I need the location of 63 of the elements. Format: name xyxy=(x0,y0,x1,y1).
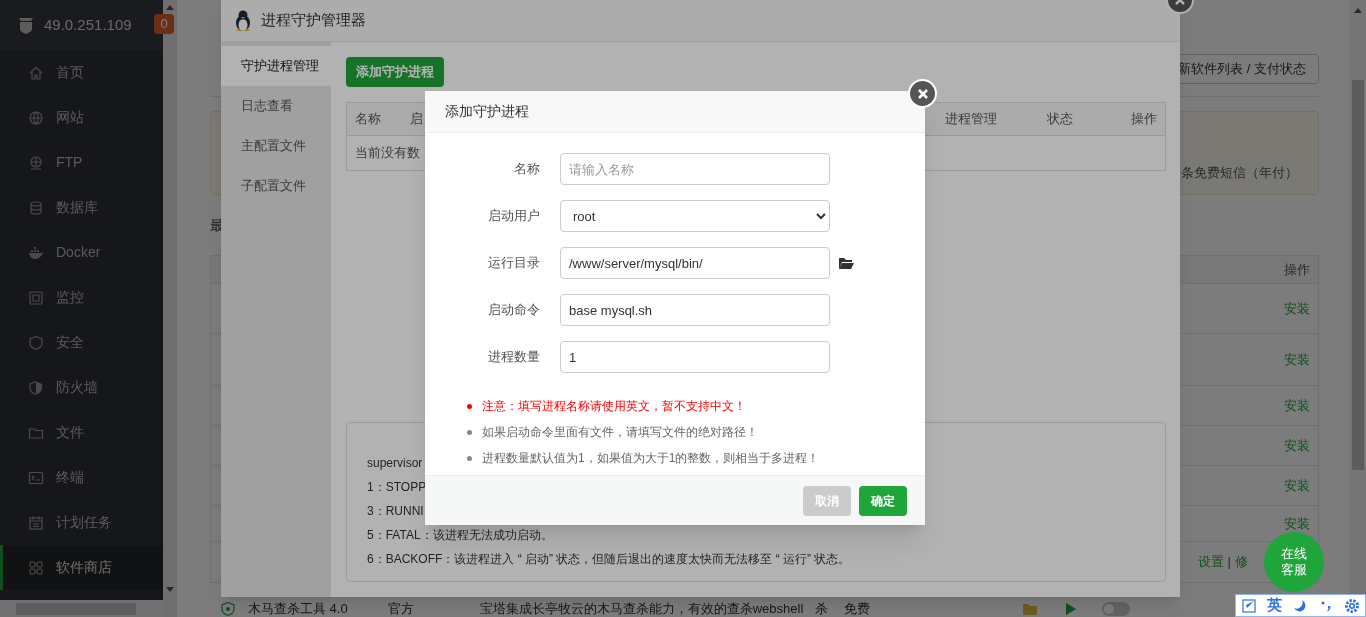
sidebar-item[interactable]: 计划任务 xyxy=(0,500,163,545)
column-header: 状态 xyxy=(1047,111,1073,127)
sidebar-item[interactable]: 数据库 xyxy=(0,185,163,230)
input-field[interactable]: 请输入名称 xyxy=(560,153,830,185)
window-title: 进程守护管理器 xyxy=(261,10,366,31)
sidebar-item[interactable]: Docker xyxy=(0,230,163,275)
info-line: 1：STOPP xyxy=(367,479,427,496)
description-cell-text: 杀 xyxy=(815,600,829,617)
input-field[interactable]: base mysql.sh xyxy=(560,294,830,326)
field-label: 启动命令 xyxy=(487,301,540,320)
price-cell-text: 免费 xyxy=(844,600,871,617)
add-process-button[interactable]: 添加守护进程 xyxy=(346,57,444,87)
install-link[interactable]: 安装 xyxy=(1284,475,1310,496)
sidebar-item[interactable]: 首页 xyxy=(0,50,163,95)
side-tab[interactable]: 日志查看 xyxy=(221,86,331,126)
field-label: 启动用户 xyxy=(487,207,540,226)
sidebar-item[interactable]: 监控 xyxy=(0,275,163,320)
side-tab[interactable]: 主配置文件 xyxy=(221,126,331,166)
info-line: 6：BACKOFF：该进程进入 “ 启动” 状态，但随后退出的速度太快而无法移至 “ 运行” 状态。 xyxy=(367,551,851,568)
developer-cell-text: 官方 xyxy=(387,600,414,617)
input-field[interactable]: 1 xyxy=(560,341,830,373)
sidebar-item[interactable]: 网站 xyxy=(0,95,163,140)
side-tab[interactable]: 守护进程管理 xyxy=(221,46,331,86)
dialog-title: 添加守护进程 xyxy=(425,91,925,133)
link-separator: | xyxy=(1227,553,1231,572)
repair-link[interactable]: 修 xyxy=(1235,552,1248,572)
user-select[interactable]: root xyxy=(560,200,830,232)
sidebar-item[interactable]: 软件商店 xyxy=(0,545,163,590)
server-address: 49.0.251.109 xyxy=(44,14,132,35)
software-name: 木马查杀工具 4.0 xyxy=(248,600,348,617)
side-tab[interactable]: 子配置文件 xyxy=(221,166,331,206)
field-label: 名称 xyxy=(513,160,540,179)
install-link[interactable]: 安装 xyxy=(1284,513,1310,534)
column-header: 操作 xyxy=(1131,110,1157,129)
column-header: 操作 xyxy=(1284,260,1310,279)
note-text: 如果启动命令里面有文件，请填写文件的绝对路径！ xyxy=(482,424,758,441)
sidebar-item[interactable]: 安全 xyxy=(0,320,163,365)
confirm-button[interactable]: 确定 xyxy=(859,485,907,516)
notification-badge[interactable]: 0 xyxy=(154,14,174,34)
column-header: 名称 xyxy=(355,111,381,127)
info-line: supervisor xyxy=(367,455,423,472)
column-header: 进程管理 xyxy=(945,111,997,127)
sidebar-item[interactable]: 文件 xyxy=(0,410,163,455)
note-text: 注意：填写进程名称请使用英文，暂不支持中文！ xyxy=(482,398,746,415)
column-header: 启 xyxy=(410,111,423,127)
install-link[interactable]: 安装 xyxy=(1284,435,1310,456)
install-link[interactable]: 安装 xyxy=(1284,298,1310,319)
field-label: 运行目录 xyxy=(487,254,540,273)
info-line: 5：FATAL：该进程无法成功启动。 xyxy=(367,527,553,544)
empty-text: 当前没有数 xyxy=(355,144,420,163)
install-link[interactable]: 安装 xyxy=(1284,395,1310,416)
description-cell-text: 宝塔集成长亭牧云的木马查杀能力，有效的查杀webshell xyxy=(479,600,804,617)
sidebar-item[interactable]: FTP xyxy=(0,140,163,185)
input-mode[interactable]: 英 xyxy=(1267,594,1282,617)
input-field[interactable]: /www/server/mysql/bin/ xyxy=(560,247,830,279)
settings-link[interactable]: 设置 xyxy=(1197,552,1224,572)
field-label: 进程数量 xyxy=(487,348,540,367)
sidebar-item[interactable]: 终端 xyxy=(0,455,163,500)
info-line: 3：RUNNI xyxy=(367,503,424,520)
sidebar-item[interactable]: 防火墙 xyxy=(0,365,163,410)
install-link[interactable]: 安装 xyxy=(1284,349,1310,370)
notice-text: 条免费短信（年付） xyxy=(1181,163,1298,182)
note-text: 进程数量默认值为1，如果值为大于1的整数，则相当于多进程！ xyxy=(482,450,820,467)
